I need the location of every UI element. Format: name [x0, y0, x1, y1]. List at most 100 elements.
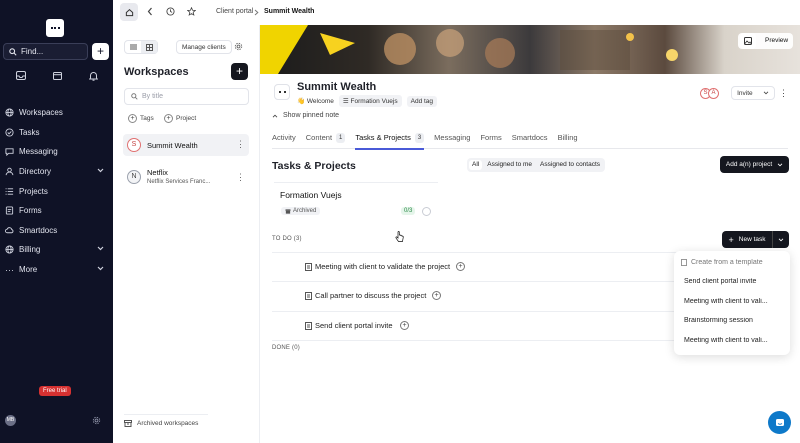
sidebar-item-messaging[interactable]: Messaging [0, 142, 113, 162]
filter-assigned-to-contacts[interactable]: Assigned to contacts [537, 160, 603, 170]
project-status-badge: Archived [281, 207, 321, 215]
welcome-label: Welcome [306, 98, 334, 105]
sidebar-item-workspaces[interactable]: Workspaces [0, 103, 113, 123]
support-chat-button[interactable] [768, 411, 791, 434]
back-arrow-icon[interactable] [147, 7, 153, 16]
add-tag-button[interactable]: Add tag [406, 95, 438, 107]
tab-messaging[interactable]: Messaging [434, 127, 470, 149]
menu-item-template[interactable]: Send client portal invite [684, 278, 784, 285]
member-avatar[interactable]: A [708, 87, 719, 99]
home-button[interactable] [120, 3, 138, 21]
grid-view-button[interactable] [141, 41, 157, 53]
list-view-button[interactable] [125, 41, 141, 53]
tab-content[interactable]: Content 1 [306, 127, 346, 149]
inbox-icon[interactable] [15, 71, 26, 80]
change-cover-button[interactable] [740, 33, 756, 49]
sidebar-item-projects[interactable]: Projects [0, 181, 113, 201]
sidebar-item-billing[interactable]: Billing [0, 240, 113, 260]
add-workspace-button[interactable]: + [231, 63, 248, 80]
archive-icon [124, 420, 132, 427]
star-icon[interactable] [187, 7, 196, 16]
tab-billing[interactable]: Billing [558, 127, 578, 149]
sidebar-item-label: Tasks [19, 127, 40, 137]
tab-activity[interactable]: Activity [272, 127, 296, 149]
manage-clients-button[interactable]: Manage clients [176, 40, 232, 54]
menu-item-template[interactable]: Meeting with client to vali... [684, 337, 784, 344]
task-title: Send client portal invite [315, 321, 393, 330]
task-row[interactable]: Call partner to discuss the project + [272, 281, 677, 310]
wave-icon: 👋 [297, 98, 306, 105]
more-vertical-icon[interactable]: ⋮ [236, 172, 245, 183]
welcome-link[interactable]: 👋 Welcome [297, 97, 334, 105]
sidebar-item-label: Smartdocs [19, 225, 58, 235]
project-card[interactable]: Formation Vuejs Archived 0/3 [274, 182, 438, 222]
show-pinned-note[interactable]: Show pinned note [272, 112, 339, 119]
tab-label: Smartdocs [511, 132, 548, 142]
chevron-down-icon [97, 246, 104, 251]
filter-assigned-to-me[interactable]: Assigned to me [484, 160, 535, 170]
tab-count: 1 [336, 132, 346, 143]
chevron-up-icon [272, 114, 278, 118]
assignee-filter: All Assigned to me Assigned to contacts [467, 158, 606, 172]
workspace-item-netflix[interactable]: N Netflix Netflix Services Franc... ⋮ [123, 166, 249, 190]
task-row[interactable]: Send client portal invite + [272, 311, 677, 340]
workspace-name: Netflix [147, 168, 168, 177]
more-vertical-icon[interactable]: ⋮ [779, 88, 788, 99]
gear-icon[interactable] [234, 42, 243, 51]
bell-icon[interactable] [88, 71, 98, 81]
client-tags: 👋 Welcome ☰ Formation Vuejs Add tag [297, 95, 438, 107]
form-icon [5, 206, 14, 215]
archived-label: Archived workspaces [137, 420, 199, 427]
project-tag-label: Formation Vuejs [350, 98, 398, 105]
more-vertical-icon[interactable]: ⋮ [236, 139, 245, 150]
client-name: Summit Wealth [297, 81, 377, 93]
app-logo[interactable] [46, 19, 64, 37]
tab-forms[interactable]: Forms [480, 127, 501, 149]
menu-item-template[interactable]: Brainstorming session [684, 317, 784, 324]
archived-workspaces-link[interactable]: Archived workspaces [124, 414, 208, 427]
sidebar-item-more[interactable]: ··· More [0, 260, 113, 280]
sidebar-item-forms[interactable]: Forms [0, 201, 113, 221]
calendar-icon[interactable] [52, 71, 62, 80]
breadcrumb-current: Summit Wealth [264, 8, 315, 15]
add-subtask-icon[interactable]: + [456, 262, 465, 271]
sidebar-item-smartdocs[interactable]: Smartdocs [0, 221, 113, 241]
check-circle-icon [5, 128, 14, 137]
invite-button[interactable]: Invite [731, 86, 775, 100]
create-button[interactable]: + [92, 43, 109, 60]
home-icon [125, 8, 133, 16]
project-tag[interactable]: ☰ Formation Vuejs [338, 95, 402, 107]
menu-item-template[interactable]: Meeting with client to vali... [684, 298, 784, 305]
project-filter[interactable]: + Project [164, 114, 196, 123]
history-icon[interactable] [166, 7, 175, 16]
gear-icon[interactable] [92, 416, 101, 425]
chat-icon [5, 148, 14, 157]
invite-label: Invite [737, 89, 753, 97]
sidebar-item-label: More [19, 265, 38, 275]
tab-tasks-projects[interactable]: Tasks & Projects 3 [355, 127, 425, 150]
todo-group-label: TO DO (3) [272, 236, 302, 242]
new-task-dropdown[interactable] [773, 237, 789, 242]
workspace-item-summit-wealth[interactable]: S Summit Wealth ⋮ [123, 134, 249, 156]
user-avatar[interactable]: MB [5, 415, 16, 426]
tab-smartdocs[interactable]: Smartdocs [512, 127, 548, 149]
chevron-down-icon [777, 162, 783, 166]
sidebar-item-tasks[interactable]: Tasks [0, 123, 113, 143]
filter-all[interactable]: All [469, 160, 483, 170]
sidebar-item-directory[interactable]: Directory [0, 162, 113, 182]
add-subtask-icon[interactable]: + [432, 291, 441, 300]
plus-icon: + [128, 114, 137, 123]
find-input[interactable]: Find... [3, 43, 88, 60]
add-project-button[interactable]: Add a(n) project [720, 156, 789, 173]
breadcrumb-root[interactable]: Client portal [216, 8, 253, 15]
add-subtask-icon[interactable]: + [400, 321, 409, 330]
free-trial-badge[interactable]: Free trial [39, 386, 71, 396]
project-status-label: Archived [293, 208, 317, 214]
new-task-main[interactable]: + New task [722, 231, 773, 248]
sidebar-item-label: Directory [19, 167, 52, 177]
tags-filter[interactable]: + Tags [128, 114, 154, 123]
workspace-search-input[interactable]: By title [124, 88, 249, 105]
workspaces-title: Workspaces [124, 66, 189, 78]
workspace-avatar: S [127, 138, 141, 152]
task-row[interactable]: Meeting with client to validate the proj… [272, 252, 677, 281]
